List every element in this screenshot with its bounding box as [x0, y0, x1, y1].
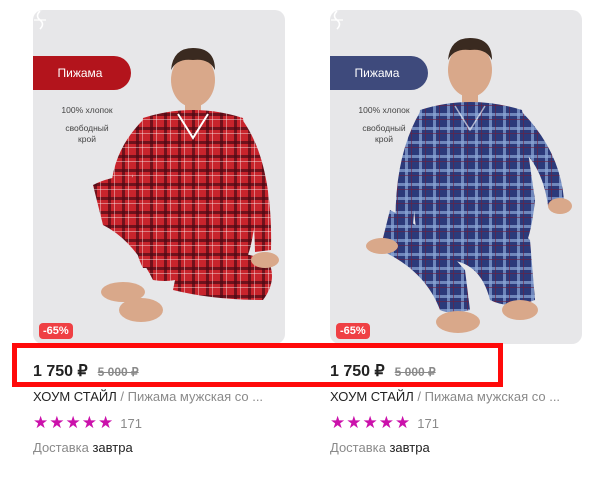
product-name[interactable]: Пижама мужская со ... [128, 389, 263, 404]
product-photo[interactable]: Пижама 100% хлопок свободный крой -65% [330, 10, 582, 344]
old-price: 5 000 ₽ [394, 365, 436, 379]
star-icon: ★ [81, 413, 97, 432]
delivery-label: Доставка [330, 440, 386, 455]
product-title[interactable]: ХОУМ СТАЙЛ / Пижама мужская со ... [330, 389, 580, 404]
price-row: 1 750 ₽ 5 000 ₽ [33, 361, 139, 381]
discount-badge: -65% [39, 323, 73, 339]
discount-badge: -65% [336, 323, 370, 339]
star-icon: ★ [378, 413, 394, 432]
star-icon: ★ [346, 413, 362, 432]
rating: ★ ★ ★ ★ ★ 171 [330, 414, 439, 432]
brand-name[interactable]: ХОУМ СТАЙЛ [33, 389, 117, 404]
product-card[interactable]: Пижама 100% хлопок свободный крой -65% 1… [33, 10, 285, 455]
star-icon: ★ [65, 413, 81, 432]
current-price: 1 750 ₽ [33, 363, 88, 380]
delivery-date: завтра [92, 440, 133, 455]
delivery-label: Доставка [33, 440, 89, 455]
product-name[interactable]: Пижама мужская со ... [425, 389, 560, 404]
product-card[interactable]: Пижама 100% хлопок свободный крой -65% 1… [330, 10, 582, 455]
feature-text: 100% хлопок [61, 105, 113, 115]
product-title[interactable]: ХОУМ СТАЙЛ / Пижама мужская со ... [33, 389, 283, 404]
brand-name[interactable]: ХОУМ СТАЙЛ [330, 389, 414, 404]
star-icon: ★ [362, 413, 378, 432]
rating-count: 171 [417, 415, 439, 431]
star-icon: ★ [395, 413, 411, 432]
price-row: 1 750 ₽ 5 000 ₽ [330, 361, 436, 381]
title-separator: / [413, 389, 425, 404]
delivery-info: Доставка завтра [33, 440, 133, 455]
star-icon: ★ [330, 413, 346, 432]
rating: ★ ★ ★ ★ ★ 171 [33, 414, 142, 432]
title-separator: / [116, 389, 128, 404]
star-icon: ★ [98, 413, 114, 432]
current-price: 1 750 ₽ [330, 363, 385, 380]
category-tag: Пижама [33, 56, 131, 90]
star-icon: ★ [49, 413, 65, 432]
feature-text: свободный [362, 123, 406, 133]
brand-logo-icon [34, 10, 46, 30]
rating-count: 171 [120, 415, 142, 431]
feature-text: свободный [65, 123, 109, 133]
delivery-date: завтра [389, 440, 430, 455]
feature-text: крой [78, 134, 96, 144]
brand-logo-icon [331, 10, 343, 30]
feature-text: крой [375, 134, 393, 144]
product-photo[interactable]: Пижама 100% хлопок свободный крой -65% [33, 10, 285, 344]
category-tag: Пижама [330, 56, 428, 90]
delivery-info: Доставка завтра [330, 440, 430, 455]
old-price: 5 000 ₽ [97, 365, 139, 379]
star-icon: ★ [33, 413, 49, 432]
feature-text: 100% хлопок [358, 105, 410, 115]
